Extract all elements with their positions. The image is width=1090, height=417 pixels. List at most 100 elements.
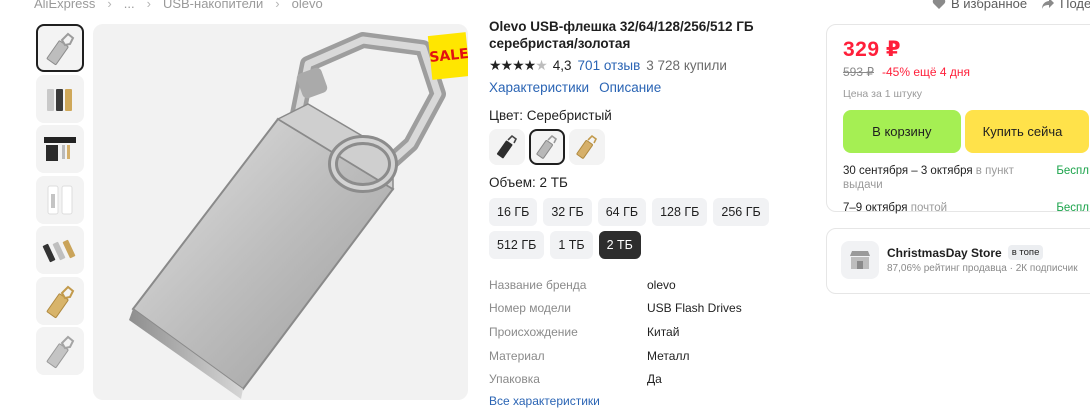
spec-row: Материал Металл: [489, 344, 809, 368]
rating-value: 4,3: [552, 58, 572, 73]
color-swatch-silver[interactable]: [529, 129, 565, 165]
breadcrumb-item-brand[interactable]: olevo: [292, 0, 323, 11]
size-option-64gb[interactable]: 64 ГБ: [597, 198, 647, 226]
thumbnail-6[interactable]: [36, 276, 84, 325]
spec-row: Упаковка Да: [489, 367, 809, 391]
store-icon: [841, 241, 879, 279]
product-info: Olevo USB-флешка 32/64/128/256/512 ГБ се…: [489, 18, 809, 408]
old-price: 593 ₽: [843, 65, 874, 79]
buy-buttons: В корзину Купить сейча: [843, 110, 1089, 153]
multi-color-drives-icon: [42, 239, 76, 263]
old-price-row: 593 ₽ -45% ещё 4 дня: [843, 65, 1089, 79]
delivery-option[interactable]: 7–9 октября почтой Беспл: [843, 201, 1089, 215]
color-swatch-black[interactable]: [489, 129, 525, 165]
size-option-256gb[interactable]: 256 ГБ: [713, 198, 769, 226]
store-subscribers: 2К подписчик: [1015, 263, 1078, 274]
usb-flash-drive-image: [129, 32, 446, 399]
size-option-2tb[interactable]: 2 ТБ: [598, 231, 641, 259]
delivery-date: 30 сентября – 3 октября: [843, 165, 973, 177]
spec-value: USB Flash Drives: [647, 301, 742, 316]
spec-key: Название бренда: [489, 277, 587, 292]
spec-key: Номер модели: [489, 301, 571, 316]
color-swatch-gold[interactable]: [569, 129, 605, 165]
store-meta: 87,06% рейтинг продавца · 2К подписчик: [887, 263, 1078, 274]
tab-characteristics[interactable]: Характеристики: [489, 80, 589, 95]
purchases-count: 3 728 купили: [646, 58, 727, 73]
thumbnail-2[interactable]: [36, 74, 84, 123]
three-drives-icon: [47, 88, 72, 111]
size-option-128gb[interactable]: 128 ГБ: [652, 198, 708, 226]
color-options: [489, 129, 809, 165]
size-option-512gb[interactable]: 512 ГБ: [489, 231, 545, 259]
gold-drive-icon: [46, 285, 75, 318]
share-icon: [1042, 0, 1055, 9]
thumbnail-1[interactable]: [36, 24, 84, 72]
spec-value: Металл: [647, 348, 690, 363]
usb-drive-thumbnail-icon: [46, 32, 75, 65]
spec-value: Китай: [647, 324, 680, 339]
spec-row: Происхождение Китай: [489, 320, 809, 344]
thumbnail-7[interactable]: [36, 327, 84, 375]
size-option-16gb[interactable]: 16 ГБ: [489, 198, 538, 226]
buy-box: 329 ₽ 593 ₽ -45% ещё 4 дня Цена за 1 шту…: [826, 24, 1090, 215]
thumbnail-3[interactable]: [36, 125, 84, 173]
silver-drive-icon: [536, 134, 558, 159]
size-option-1tb[interactable]: 1 ТБ: [550, 231, 593, 259]
breadcrumb-item-aliexpress[interactable]: AliExpress: [34, 0, 95, 11]
thumbnail-5[interactable]: [36, 226, 84, 274]
breadcrumb-separator-icon: ›: [275, 0, 280, 11]
store-name[interactable]: ChristmasDay Store: [887, 246, 1002, 260]
spec-key: Упаковка: [489, 372, 540, 387]
spec-key: Происхождение: [489, 324, 578, 339]
rating-row: ★★★★★ 4,3 701 отзыв 3 728 купили: [489, 57, 809, 74]
store-rating: 87,06% рейтинг продавца: [887, 263, 1007, 274]
share-label: Подел: [1060, 0, 1090, 11]
delivery-method: почтой: [910, 202, 948, 214]
gold-drive-icon: [576, 134, 598, 159]
reviews-link[interactable]: 701 отзыв: [578, 58, 641, 73]
thumbnail-list: [36, 24, 84, 378]
white-pack-icon: [47, 185, 73, 214]
product-title: Olevo USB-флешка 32/64/128/256/512 ГБ се…: [489, 19, 754, 51]
discount-badge: -45% ещё 4 дня: [882, 65, 971, 79]
spec-row: Название бренда olevo: [489, 273, 809, 297]
add-to-cart-button[interactable]: В корзину: [843, 110, 961, 153]
breadcrumb-separator-icon: ›: [146, 0, 151, 11]
store-name-row: ChristmasDay Store в топе: [887, 245, 1078, 260]
delivery-option[interactable]: 30 сентября – 3 октября в пункт выдачи Б…: [843, 164, 1089, 192]
share-button[interactable]: Подел: [1041, 0, 1090, 11]
delivery-info: 30 сентября – 3 октября в пункт выдачи: [843, 164, 1043, 192]
store-box[interactable]: ChristmasDay Store в топе 87,06% рейтинг…: [826, 228, 1090, 294]
delivery-cost: Беспл: [1056, 202, 1089, 214]
header-actions: В избранное Подел: [932, 0, 1090, 11]
delivery-options: 30 сентября – 3 октября в пункт выдачи Б…: [843, 164, 1089, 215]
favorite-button[interactable]: В избранное: [932, 0, 1027, 11]
spec-value: olevo: [647, 277, 676, 292]
buy-now-button[interactable]: Купить сейча: [964, 110, 1089, 153]
product-box-icon: [44, 137, 76, 161]
breadcrumb-item-ellipsis[interactable]: ...: [124, 0, 135, 11]
spec-key: Материал: [489, 348, 545, 363]
all-specs-link[interactable]: Все характеристики: [489, 394, 809, 408]
breadcrumb: AliExpress › ... › USB-накопители › olev…: [34, 0, 323, 11]
rating-stars-icon: ★★★★★: [489, 57, 548, 73]
spec-value: Да: [647, 372, 662, 387]
size-option-32gb[interactable]: 32 ГБ: [543, 198, 592, 226]
spec-table: Название бренда olevo Номер модели USB F…: [489, 273, 809, 391]
size-options: 16 ГБ 32 ГБ 64 ГБ 128 ГБ 256 ГБ 512 ГБ 1…: [489, 198, 809, 259]
breadcrumb-separator-icon: ›: [107, 0, 112, 11]
delivery-date: 7–9 октября: [843, 202, 908, 214]
top-badge: в топе: [1007, 245, 1044, 260]
main-product-image[interactable]: SALE: [93, 24, 468, 400]
favorite-label: В избранное: [951, 0, 1028, 11]
current-price: 329 ₽: [843, 38, 901, 61]
black-drive-icon: [496, 134, 518, 159]
heart-icon: [932, 0, 946, 9]
thumbnail-4[interactable]: [36, 175, 84, 224]
delivery-cost: Беспл: [1056, 165, 1089, 177]
silver-drive-small-icon: [46, 335, 75, 368]
tab-description[interactable]: Описание: [599, 80, 661, 95]
store-details: ChristmasDay Store в топе 87,06% рейтинг…: [887, 241, 1078, 281]
product-tabs: Характеристики Описание: [489, 80, 809, 95]
breadcrumb-item-usb[interactable]: USB-накопители: [163, 0, 263, 11]
